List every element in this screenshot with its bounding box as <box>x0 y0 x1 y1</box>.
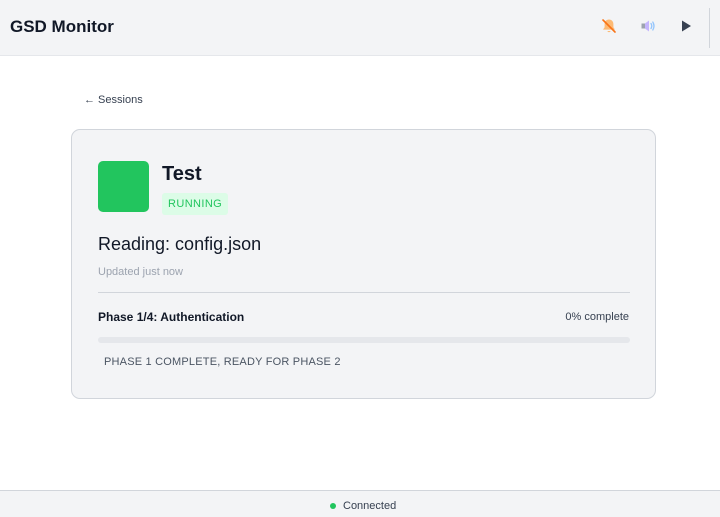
phase-message: PHASE 1 COMPLETE, READY FOR PHASE 2 <box>104 356 341 368</box>
connection-status-icon <box>330 503 336 509</box>
current-activity: Reading: config.json <box>98 234 262 254</box>
progress-percent: 0% complete <box>565 311 629 323</box>
session-avatar <box>98 161 149 212</box>
connection-status: Connected <box>343 500 397 512</box>
play-button[interactable] <box>672 14 700 42</box>
progress-bar <box>98 337 630 343</box>
session-name: Test <box>162 163 202 185</box>
back-to-sessions-link[interactable]: ← Sessions <box>84 94 143 106</box>
play-icon <box>679 19 693 38</box>
volume-icon <box>639 17 657 40</box>
notifications-muted-icon <box>600 17 618 40</box>
volume-button[interactable] <box>634 14 662 42</box>
top-bar: GSD Monitor <box>0 0 720 56</box>
status-badge: RUNNING <box>162 193 229 215</box>
app-title: GSD Monitor <box>10 17 114 36</box>
updated-timestamp: Updated just now <box>98 266 183 278</box>
status-bar: Connected <box>0 490 720 517</box>
toolbar-divider <box>709 8 710 48</box>
phase-label: Phase 1/4: Authentication <box>98 310 245 324</box>
card-divider <box>98 292 630 293</box>
mute-notifications-button[interactable] <box>595 14 623 42</box>
session-card: Test RUNNING Reading: config.json Update… <box>71 129 656 399</box>
